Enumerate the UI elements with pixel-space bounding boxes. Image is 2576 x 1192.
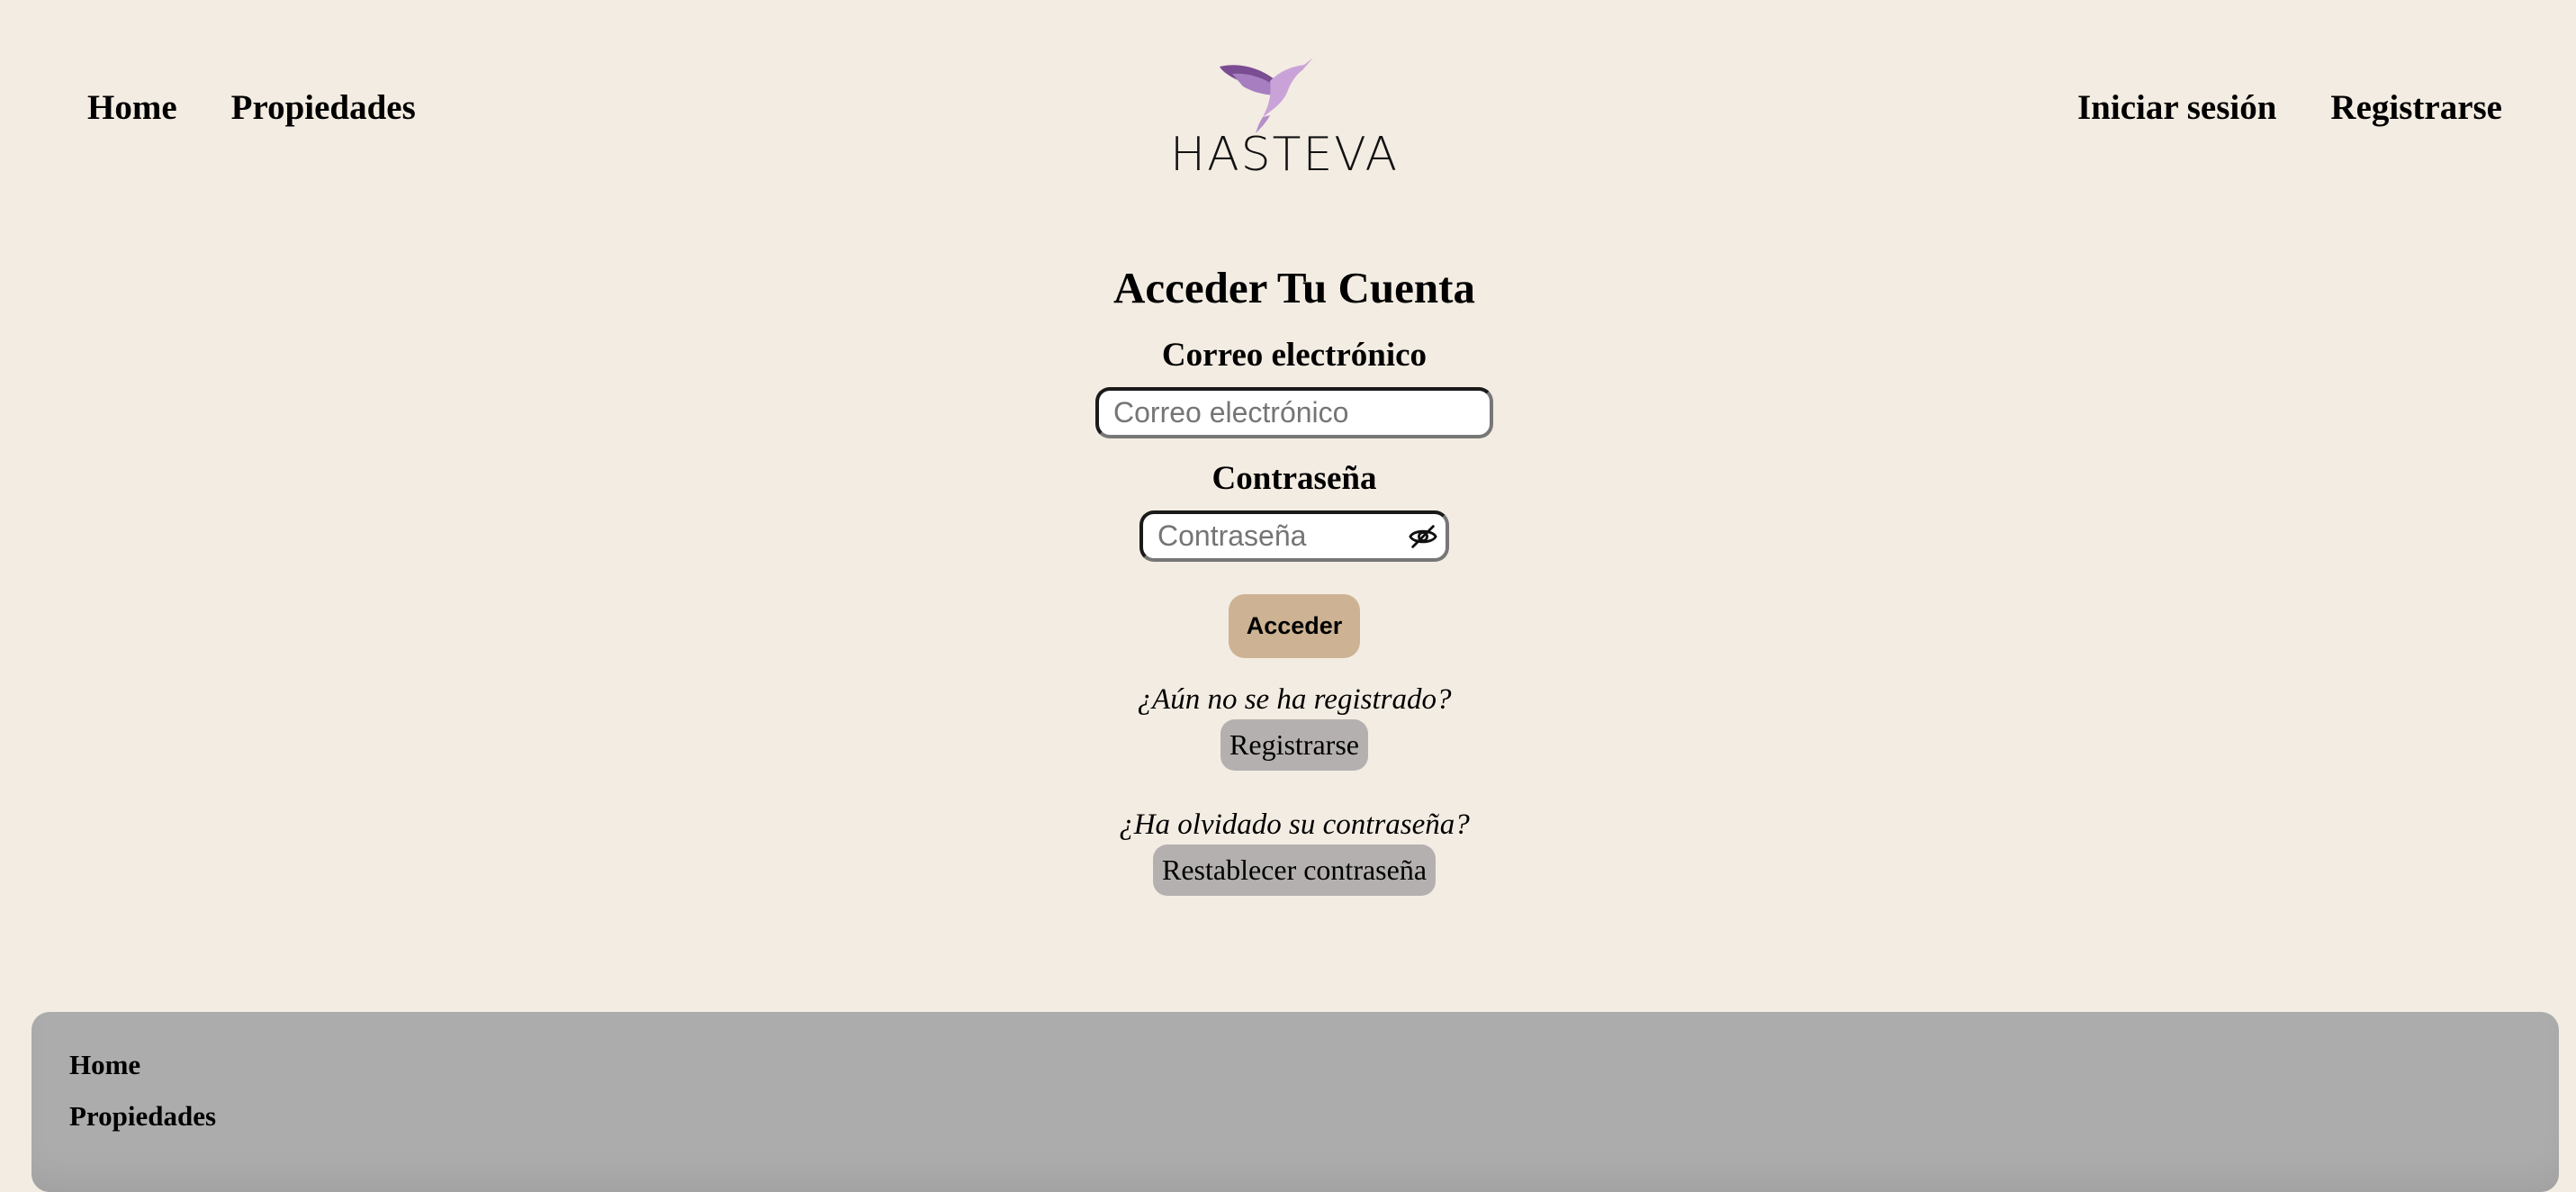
email-field-wrapper xyxy=(1095,387,1493,438)
forgot-password-question: ¿Ha olvidado su contraseña? xyxy=(1119,808,1470,841)
logo-wordmark: HASTEVA xyxy=(1170,128,1400,182)
nav-propiedades-link[interactable]: Propiedades xyxy=(231,90,416,125)
footer-propiedades-link[interactable]: Propiedades xyxy=(69,1099,216,1133)
reset-password-button[interactable]: Restablecer contraseña xyxy=(1152,844,1437,896)
nav-register-link[interactable]: Registrarse xyxy=(2330,90,2502,125)
submit-login-button[interactable]: Acceder xyxy=(1229,594,1360,658)
eye-slash-icon[interactable] xyxy=(1408,521,1438,552)
register-question: ¿Aún no se ha registrado? xyxy=(1137,683,1452,716)
main-nav-right: Iniciar sesión Registrarse xyxy=(2077,90,2502,125)
brand-logo[interactable]: HASTEVA xyxy=(1170,52,1400,182)
hummingbird-icon xyxy=(1220,58,1313,133)
password-field-wrapper xyxy=(1139,510,1449,562)
password-label: Contraseña xyxy=(1211,460,1377,497)
footer-nav: Home Propiedades xyxy=(69,1048,216,1151)
nav-home-link[interactable]: Home xyxy=(87,90,177,125)
password-field[interactable] xyxy=(1139,510,1449,562)
footer-home-link[interactable]: Home xyxy=(69,1048,216,1082)
main-nav-left: Home Propiedades xyxy=(87,90,416,125)
site-footer: Home Propiedades xyxy=(32,1012,2559,1192)
login-section: Acceder Tu Cuenta Correo electrónico Con… xyxy=(0,261,2576,896)
nav-login-link[interactable]: Iniciar sesión xyxy=(2077,90,2276,125)
register-button[interactable]: Registrarse xyxy=(1220,719,1368,771)
email-field[interactable] xyxy=(1095,387,1493,438)
page-title: Acceder Tu Cuenta xyxy=(1112,263,1475,312)
email-label: Correo electrónico xyxy=(1161,337,1428,374)
